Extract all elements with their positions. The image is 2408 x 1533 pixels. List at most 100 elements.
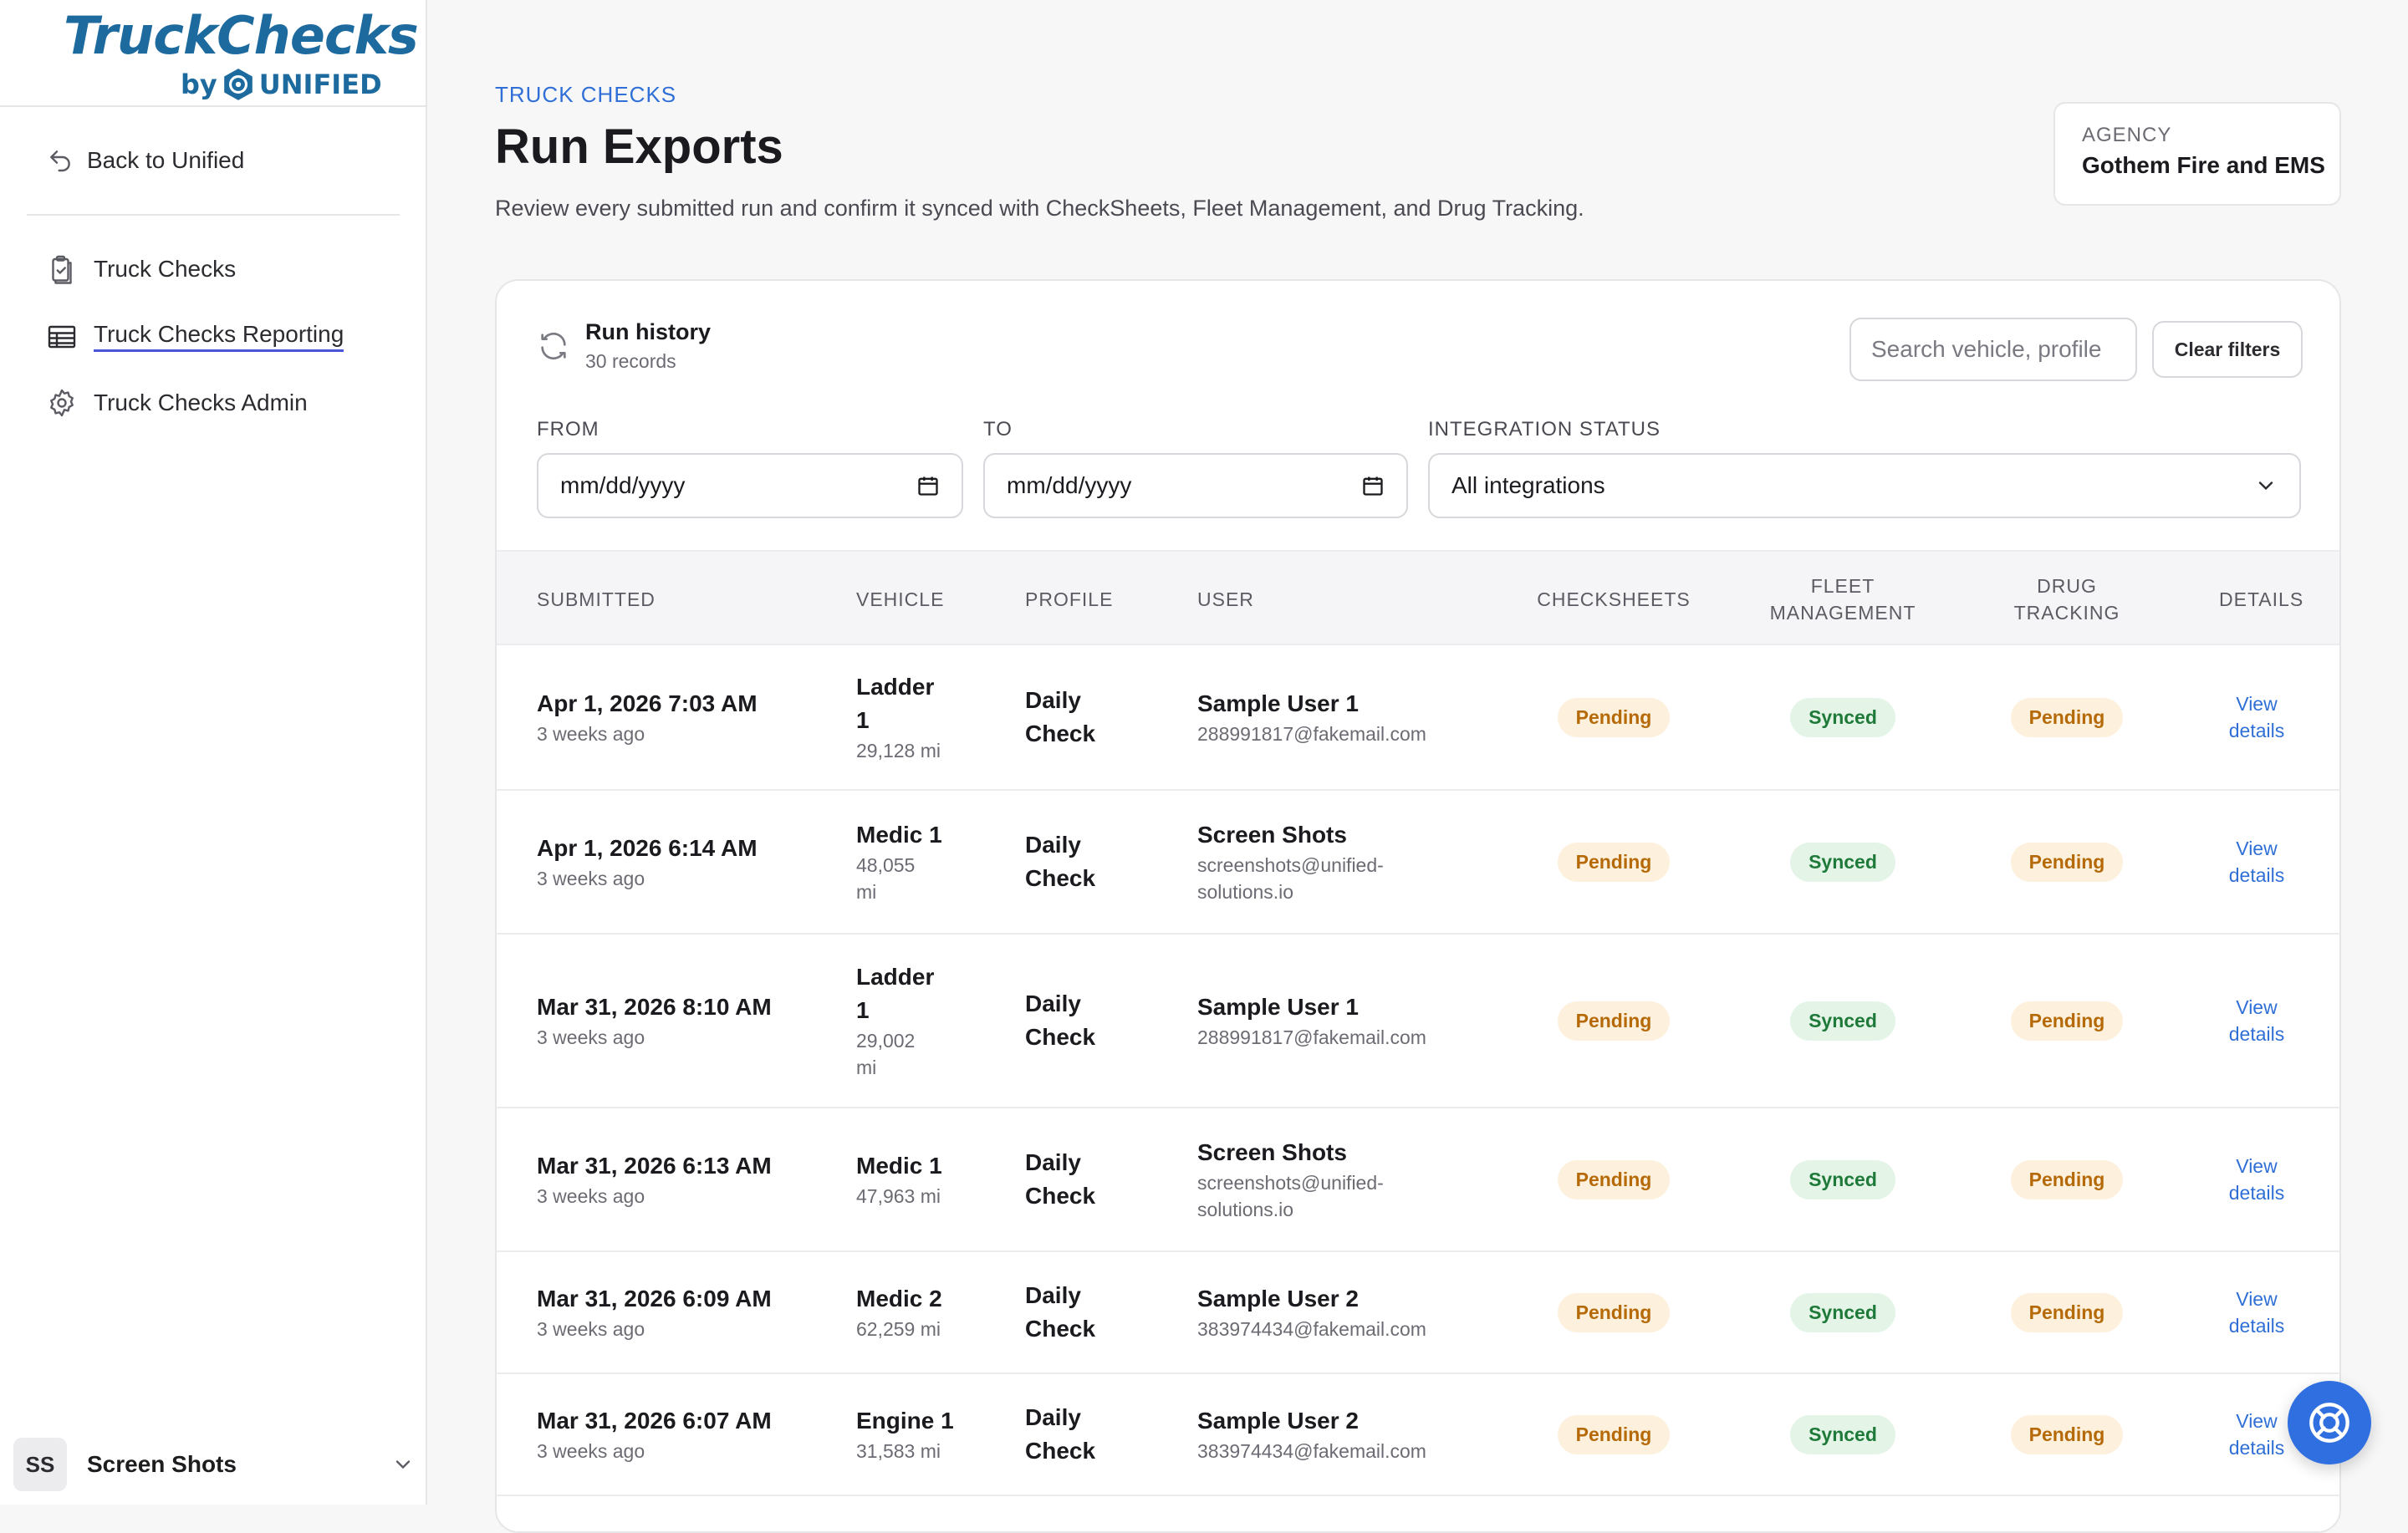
status-badge: Synced xyxy=(1790,697,1895,737)
view-details-link[interactable]: View details xyxy=(2229,994,2284,1047)
user-email: screenshots@unified- xyxy=(1197,854,1384,876)
column-details: DETAILS xyxy=(2219,588,2304,610)
status-badge: Pending xyxy=(1557,1414,1671,1454)
column-vehicle[interactable]: VEHICLE xyxy=(856,552,944,647)
table-row[interactable]: Mar 31, 2026 8:10 AM 3 weeks ago Ladder … xyxy=(497,935,2339,1108)
details-cell: View details xyxy=(2202,1252,2311,1373)
profile-cell: Daily Check xyxy=(1025,645,1176,789)
submitted-date: Mar 31, 2026 6:13 AM xyxy=(537,1153,772,1179)
table-row[interactable]: Apr 1, 2026 6:14 AM 3 weeks ago Medic 1 … xyxy=(497,791,2339,935)
submitted-relative: 3 weeks ago xyxy=(537,1185,645,1207)
vehicle-name-cont: 1 xyxy=(856,707,870,733)
sidebar-item-label: Truck Checks Admin xyxy=(94,390,308,415)
sidebar-item-truck-checks-admin[interactable]: Truck Checks Admin xyxy=(47,388,308,418)
profile-name: Daily xyxy=(1025,687,1081,713)
fleet-cell: Synced xyxy=(1751,645,1935,789)
vehicle-name: Medic 1 xyxy=(856,1153,942,1179)
vehicle-cell: Ladder 1 29,128 mi xyxy=(856,645,1007,789)
search-input[interactable] xyxy=(1849,318,2137,381)
submitted-date: Apr 1, 2026 6:14 AM xyxy=(537,835,758,861)
to-label: TO xyxy=(983,418,1013,441)
to-date-value: mm/dd/yyyy xyxy=(1007,472,1132,498)
submitted-relative: 3 weeks ago xyxy=(537,723,645,745)
sidebar: TruckChecks by UNIFIED Back to Unified T… xyxy=(0,0,427,1505)
vehicle-cell: Engine 1 31,583 mi xyxy=(856,1374,1007,1495)
submitted-cell: Apr 1, 2026 6:14 AM 3 weeks ago xyxy=(537,791,838,933)
status-badge: Pending xyxy=(1557,697,1671,737)
table-row[interactable]: Mar 31, 2026 6:07 AM 3 weeks ago Engine … xyxy=(497,1374,2339,1496)
profile-name-cont: Check xyxy=(1025,865,1096,891)
status-badge: Pending xyxy=(2010,842,2124,882)
view-details-link[interactable]: View details xyxy=(2229,835,2284,889)
sidebar-item-truck-checks[interactable]: Truck Checks xyxy=(47,254,236,284)
view-details-link[interactable]: View details xyxy=(2229,1153,2284,1206)
page-title: Run Exports xyxy=(495,120,783,174)
details-cell: View details xyxy=(2202,645,2311,789)
sidebar-item-truck-checks-reporting[interactable]: Truck Checks Reporting xyxy=(47,321,344,352)
view-details-line-2: details xyxy=(2228,864,2285,886)
column-drug-tracking[interactable]: DRUG TRACKING xyxy=(1983,552,2150,647)
column-submitted[interactable]: SUBMITTED xyxy=(537,552,656,647)
help-circle-icon xyxy=(2309,1403,2349,1443)
user-email: 288991817@fakemail.com xyxy=(1197,1026,1426,1048)
vehicle-name-cont: 1 xyxy=(856,997,870,1023)
drug-cell: Pending xyxy=(1983,791,2150,933)
checksheets-cell: Pending xyxy=(1525,1108,1702,1250)
status-badge: Pending xyxy=(2010,1001,2124,1041)
user-email: screenshots@unified- xyxy=(1197,1172,1384,1194)
profile-name: Daily xyxy=(1025,1282,1081,1308)
view-details-line-1: View xyxy=(2236,838,2278,859)
brand-byline: by UNIFIED xyxy=(181,67,382,102)
fleet-cell: Synced xyxy=(1751,935,1935,1107)
table-row[interactable]: Mar 31, 2026 6:13 AM 3 weeks ago Medic 1… xyxy=(497,1108,2339,1252)
column-checksheets[interactable]: CHECKSHEETS xyxy=(1525,552,1702,647)
user-cell: Sample User 2 383974434@fakemail.com xyxy=(1197,1252,1507,1373)
submitted-cell: Mar 31, 2026 6:13 AM 3 weeks ago xyxy=(537,1108,838,1250)
profile-cell: Daily Check xyxy=(1025,1374,1176,1495)
user-name: Sample User 2 xyxy=(1197,1408,1359,1434)
details-cell: View details xyxy=(2202,791,2311,933)
brand-logo[interactable]: TruckChecks by UNIFIED xyxy=(0,0,426,107)
profile-cell: Daily Check xyxy=(1025,1252,1176,1373)
status-badge: Synced xyxy=(1790,842,1895,882)
back-to-unified-link[interactable]: Back to Unified xyxy=(47,147,244,174)
to-date-input[interactable]: mm/dd/yyyy xyxy=(983,453,1408,518)
profile-name-cont: Check xyxy=(1025,1316,1096,1342)
profile-cell: Daily Check xyxy=(1025,791,1176,933)
view-details-link[interactable]: View details xyxy=(2229,1286,2284,1339)
clear-filters-button[interactable]: Clear filters xyxy=(2152,321,2303,378)
user-cell: Sample User 1 288991817@fakemail.com xyxy=(1197,935,1507,1107)
chevron-down-icon xyxy=(395,1460,411,1469)
gear-icon xyxy=(50,389,74,417)
refresh-icon[interactable] xyxy=(537,329,570,363)
view-details-link[interactable]: View details xyxy=(2229,690,2284,744)
column-fleet-management[interactable]: FLEET MANAGEMENT xyxy=(1751,552,1935,647)
help-button[interactable] xyxy=(2288,1381,2371,1464)
column-user[interactable]: USER xyxy=(1197,552,1254,647)
checksheets-cell: Pending xyxy=(1525,1374,1702,1495)
vehicle-mileage: 48,055 xyxy=(856,854,916,876)
table-row[interactable]: Apr 1, 2026 7:03 AM 3 weeks ago Ladder 1… xyxy=(497,645,2339,791)
column-profile[interactable]: PROFILE xyxy=(1025,552,1113,647)
vehicle-mileage-cont: mi xyxy=(856,881,877,903)
sidebar-item-label: Truck Checks xyxy=(94,256,237,282)
from-date-input[interactable]: mm/dd/yyyy xyxy=(537,453,963,518)
vehicle-name: Medic 2 xyxy=(856,1286,942,1311)
profile-name: Daily xyxy=(1025,1404,1081,1430)
vehicle-mileage: 29,128 mi xyxy=(856,740,941,761)
checksheets-cell: Pending xyxy=(1525,791,1702,933)
column-fleet-line-1: FLEET xyxy=(1810,575,1875,597)
view-details-link[interactable]: View details xyxy=(2229,1408,2284,1461)
from-date-value: mm/dd/yyyy xyxy=(560,472,686,498)
view-details-line-1: View xyxy=(2236,1410,2278,1432)
status-badge: Pending xyxy=(2010,1292,2124,1332)
status-badge: Pending xyxy=(1557,1159,1671,1199)
view-details-line-1: View xyxy=(2236,996,2278,1018)
drug-cell: Pending xyxy=(1983,935,2150,1107)
view-details-line-2: details xyxy=(2228,1437,2285,1459)
table-row[interactable]: Mar 31, 2026 6:09 AM 3 weeks ago Medic 2… xyxy=(497,1252,2339,1374)
user-cell: Sample User 1 288991817@fakemail.com xyxy=(1197,645,1507,789)
unified-hex-icon xyxy=(223,69,253,100)
integration-status-select[interactable]: All integrations xyxy=(1428,453,2301,518)
user-menu[interactable]: SS Screen Shots xyxy=(13,1438,415,1491)
